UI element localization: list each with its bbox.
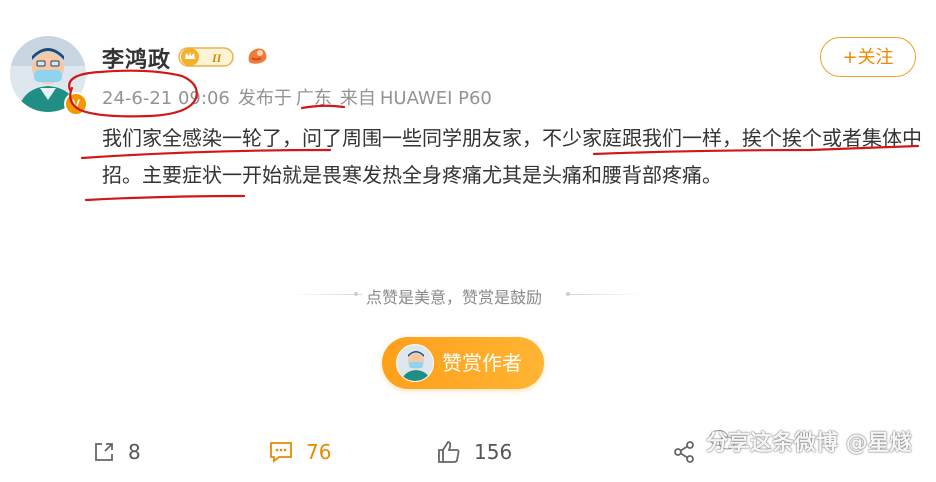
share-icon xyxy=(95,443,113,461)
like-count: 156 xyxy=(474,440,513,464)
reward-divider-right xyxy=(570,294,642,295)
like-action[interactable]: 156 xyxy=(436,436,512,468)
reward-author-button[interactable]: 赞赏作者 xyxy=(382,337,544,389)
comment-action[interactable]: 76 xyxy=(268,436,331,468)
post-device: HUAWEI P60 xyxy=(379,88,492,109)
post-body-text: 我们家全感染一轮了，问了周围一些同学朋友家，不少家庭跟我们一样，挨个挨个或者集体… xyxy=(102,126,922,187)
watermark-text: 分享这条微博 @星燧 xyxy=(706,431,912,456)
comment-icon xyxy=(270,442,292,463)
post-meta: 24-6-21 09:06 发布于 广东 来自 HUAWEI P60 xyxy=(102,84,500,110)
post-time[interactable]: 24-6-21 09:06 xyxy=(102,88,230,109)
reward-divider-left xyxy=(290,294,362,295)
reward-author-avatar xyxy=(396,344,434,382)
fan-club-icon[interactable] xyxy=(244,44,270,68)
share-nodes-icon xyxy=(674,441,694,463)
weibo-post-card: V 李鸿政 II 24-6-21 09:06 发布于 广东 来自 HUAWEI P60 … xyxy=(0,0,936,482)
reward-divider-dot-left xyxy=(354,292,358,296)
comment-count: 76 xyxy=(306,440,332,464)
reward-caption: 点赞是美意，赞赏是鼓励 xyxy=(366,288,543,307)
share-count: 8 xyxy=(128,440,141,464)
verified-badge-icon: V xyxy=(64,92,88,116)
reward-button-label: 赞赏作者 xyxy=(442,351,522,375)
source-prefix: 来自 xyxy=(339,88,376,109)
member-level-badge-icon[interactable]: II xyxy=(178,46,234,68)
level-badge-text: II xyxy=(211,51,223,65)
author-name[interactable]: 李鸿政 xyxy=(102,42,171,74)
share-to-action[interactable] xyxy=(672,436,708,468)
location-prefix: 发布于 xyxy=(237,88,292,109)
post-location: 广东 xyxy=(295,88,332,109)
follow-button[interactable]: +关注 xyxy=(820,37,916,77)
thumbs-up-icon xyxy=(438,441,460,463)
share-action[interactable]: 8 xyxy=(92,436,141,468)
